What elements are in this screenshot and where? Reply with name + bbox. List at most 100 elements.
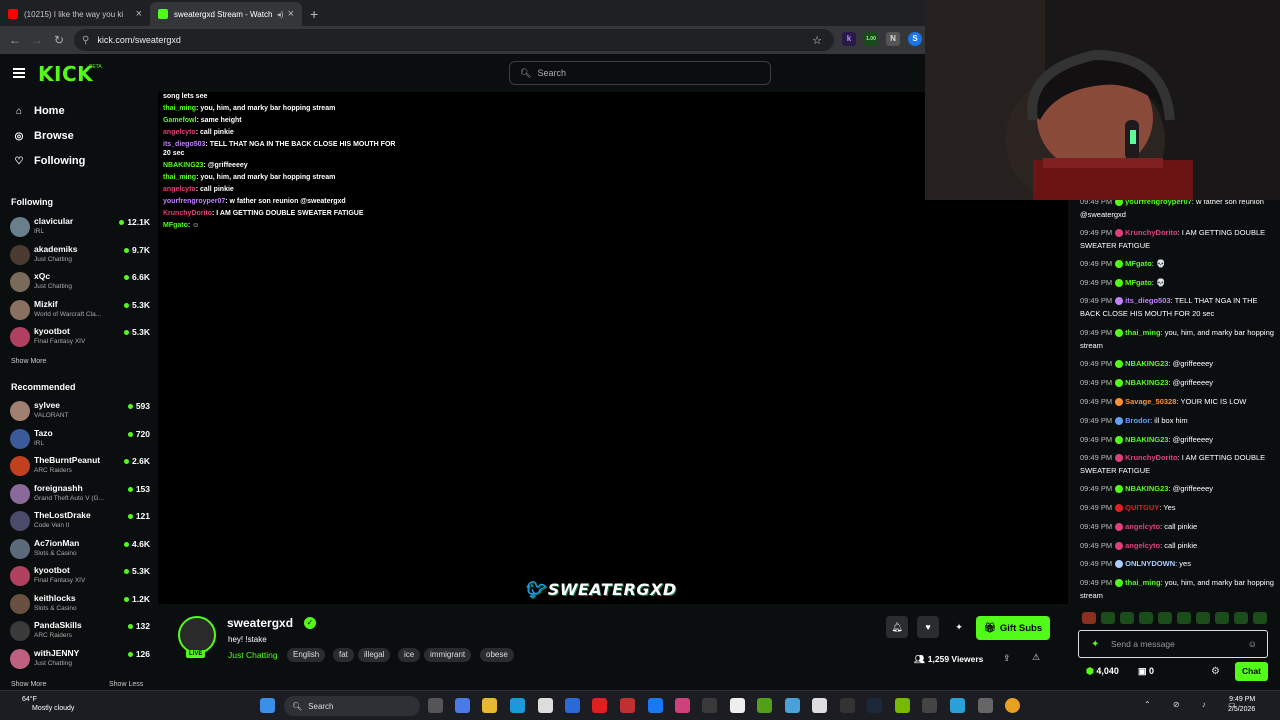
chat-username[interactable]: angelcyto [1125, 541, 1160, 550]
close-icon[interactable]: × [288, 8, 294, 20]
extension-kick-icon[interactable]: k [842, 32, 856, 46]
task-view-icon[interactable] [428, 698, 443, 713]
sidebar-channel[interactable]: xQc Just Chatting 6.6K [10, 269, 150, 296]
gear-icon[interactable]: ⚙ [1211, 666, 1220, 677]
sidebar-channel[interactable]: TheLostDrake Code Vein II 121 [10, 508, 150, 535]
chat-username[interactable]: NBAKING23 [1125, 435, 1168, 444]
drops-count[interactable]: ▣ 0 [1138, 666, 1154, 677]
emote-icon[interactable] [1082, 612, 1096, 624]
boost-icon[interactable]: ✦ [948, 616, 970, 638]
sidebar-channel[interactable]: TheBurntPeanut ARC Raiders 2.6K [10, 453, 150, 480]
menu-icon[interactable] [13, 68, 25, 78]
tag-ice[interactable]: ice [398, 648, 421, 662]
chat-username[interactable]: Brodor [1125, 416, 1150, 425]
copilot-icon[interactable] [455, 698, 470, 713]
sidebar-item-following[interactable]: ♡ Following [12, 155, 86, 167]
report-icon[interactable]: ⚠ [1032, 652, 1040, 663]
chat-username[interactable]: KrunchyDorito [1125, 453, 1178, 462]
stream-category[interactable]: Just Chatting [228, 650, 278, 660]
kick-logo[interactable]: KICK [38, 62, 93, 86]
site-info-icon[interactable]: ⚲ [82, 35, 89, 46]
sidebar-channel[interactable]: Mizkif World of Warcraft Cla... 5.3K [10, 297, 150, 324]
extension-n-icon[interactable]: N [886, 32, 900, 46]
youtube-app-icon[interactable] [592, 698, 607, 713]
emote-icon[interactable] [1234, 612, 1248, 624]
settings-icon[interactable] [978, 698, 993, 713]
nvidia-icon[interactable] [895, 698, 910, 713]
sidebar-channel[interactable]: kyootbot Final Fantasy XIV 5.3K [10, 563, 150, 590]
sidebar-channel[interactable]: Tazo IRL 720 [10, 426, 150, 453]
amazon-icon[interactable] [730, 698, 745, 713]
emote-icon[interactable] [1177, 612, 1191, 624]
emote-icon[interactable] [1139, 612, 1153, 624]
roblox-icon[interactable] [812, 698, 827, 713]
chat-send-button[interactable]: Chat [1235, 662, 1268, 681]
weather-widget[interactable]: 64°F Mostly cloudy [8, 695, 74, 713]
emote-icon[interactable] [1101, 612, 1115, 624]
emote-icon[interactable] [1196, 612, 1210, 624]
emoji-icon[interactable]: ☺ [1248, 639, 1257, 649]
emote-icon[interactable] [1158, 612, 1172, 624]
chat-username[interactable]: NBAKING23 [1125, 484, 1168, 493]
chat-username[interactable]: thai_ming [1125, 328, 1160, 337]
sidebar-channel[interactable]: akademiks Just Chatting 9.7K [10, 242, 150, 269]
sidebar-channel[interactable]: PandaSkills ARC Raiders 132 [10, 618, 150, 645]
streamer-name[interactable]: sweatergxd [227, 616, 293, 630]
chat-username[interactable]: thai_ming [1125, 578, 1160, 587]
streamer-avatar[interactable] [178, 616, 216, 654]
steam-icon[interactable] [867, 698, 882, 713]
app-green-icon[interactable] [757, 698, 772, 713]
search-input[interactable]: 🔍︎ Search [509, 61, 771, 85]
browser-tab-kick[interactable]: sweatergxd Stream - Watch ◂) × [150, 2, 302, 26]
emote-icon[interactable] [1120, 612, 1134, 624]
gift-subs-button[interactable]: 🎁︎ Gift Subs [976, 616, 1050, 640]
follow-heart-icon[interactable]: ♥ [917, 616, 939, 638]
bookmark-star-icon[interactable]: ☆ [812, 34, 822, 47]
close-icon[interactable]: × [136, 8, 142, 20]
tag-english[interactable]: English [287, 648, 326, 662]
mail-icon[interactable] [565, 698, 580, 713]
app-dark-icon[interactable] [840, 698, 855, 713]
sidebar-channel[interactable]: withJENNY Just Chatting 126 [10, 646, 150, 673]
tag-immigrant[interactable]: immigrant [424, 648, 472, 662]
sidebar-channel[interactable]: foreignashh Grand Theft Auto V (G... 153 [10, 481, 150, 508]
url-field[interactable]: ⚲ kick.com/sweatergxd ☆ [74, 29, 834, 51]
chat-username[interactable]: angelcyto [1125, 522, 1160, 531]
sidebar-channel[interactable]: sylvee VALORANT 593 [10, 398, 150, 425]
app-gray-icon[interactable] [922, 698, 937, 713]
new-tab-button[interactable]: + [302, 2, 326, 26]
chat-username[interactable]: MFgato [1125, 278, 1152, 287]
mute-icon[interactable]: ◂) [277, 10, 284, 19]
emote-icon[interactable] [1215, 612, 1229, 624]
telegram-icon[interactable] [950, 698, 965, 713]
taskbar-clock[interactable]: 9:49 PM 2/5/2026 [1228, 695, 1255, 715]
tag-obese[interactable]: obese [480, 648, 514, 662]
extension-s-icon[interactable]: S [908, 32, 922, 46]
store-icon[interactable] [538, 698, 553, 713]
channel-points[interactable]: ⬢ 4,040 [1086, 666, 1119, 677]
calendar-icon[interactable] [702, 698, 717, 713]
sidebar-item-home[interactable]: ⌂ Home [12, 105, 65, 117]
chat-username[interactable]: NBAKING23 [1125, 359, 1168, 368]
sidebar-channel[interactable]: kyootbot Final Fantasy XIV 5.3K [10, 324, 150, 351]
back-icon[interactable]: ← [4, 33, 26, 47]
forward-icon[interactable]: → [26, 33, 48, 47]
app-blue-icon[interactable] [785, 698, 800, 713]
chat-username[interactable]: KrunchyDorito [1125, 228, 1178, 237]
taskbar-search[interactable]: 🔍︎ Search [284, 696, 420, 716]
chat-username[interactable]: QUITGUY [1125, 503, 1159, 512]
chat-username[interactable]: MFgato [1125, 259, 1152, 268]
chat-input[interactable]: ✦ Send a message ☺ [1078, 630, 1268, 658]
show-more-recommended[interactable]: Show More [11, 681, 46, 688]
file-explorer-icon[interactable] [482, 698, 497, 713]
windows-start-icon[interactable] [260, 698, 275, 713]
facebook-icon[interactable] [648, 698, 663, 713]
sidebar-item-browse[interactable]: ◎ Browse [12, 130, 74, 142]
sidebar-channel[interactable]: Ac7ionMan Slots & Casino 4.6K [10, 536, 150, 563]
share-icon[interactable]: ⇪ [1003, 653, 1011, 664]
tag-illegal[interactable]: illegal [358, 648, 391, 662]
chat-username[interactable]: yourfrengroyper07 [1125, 200, 1192, 206]
reload-icon[interactable]: ↻ [48, 33, 70, 47]
chrome-icon[interactable] [1005, 698, 1020, 713]
tag-fat[interactable]: fat [333, 648, 354, 662]
